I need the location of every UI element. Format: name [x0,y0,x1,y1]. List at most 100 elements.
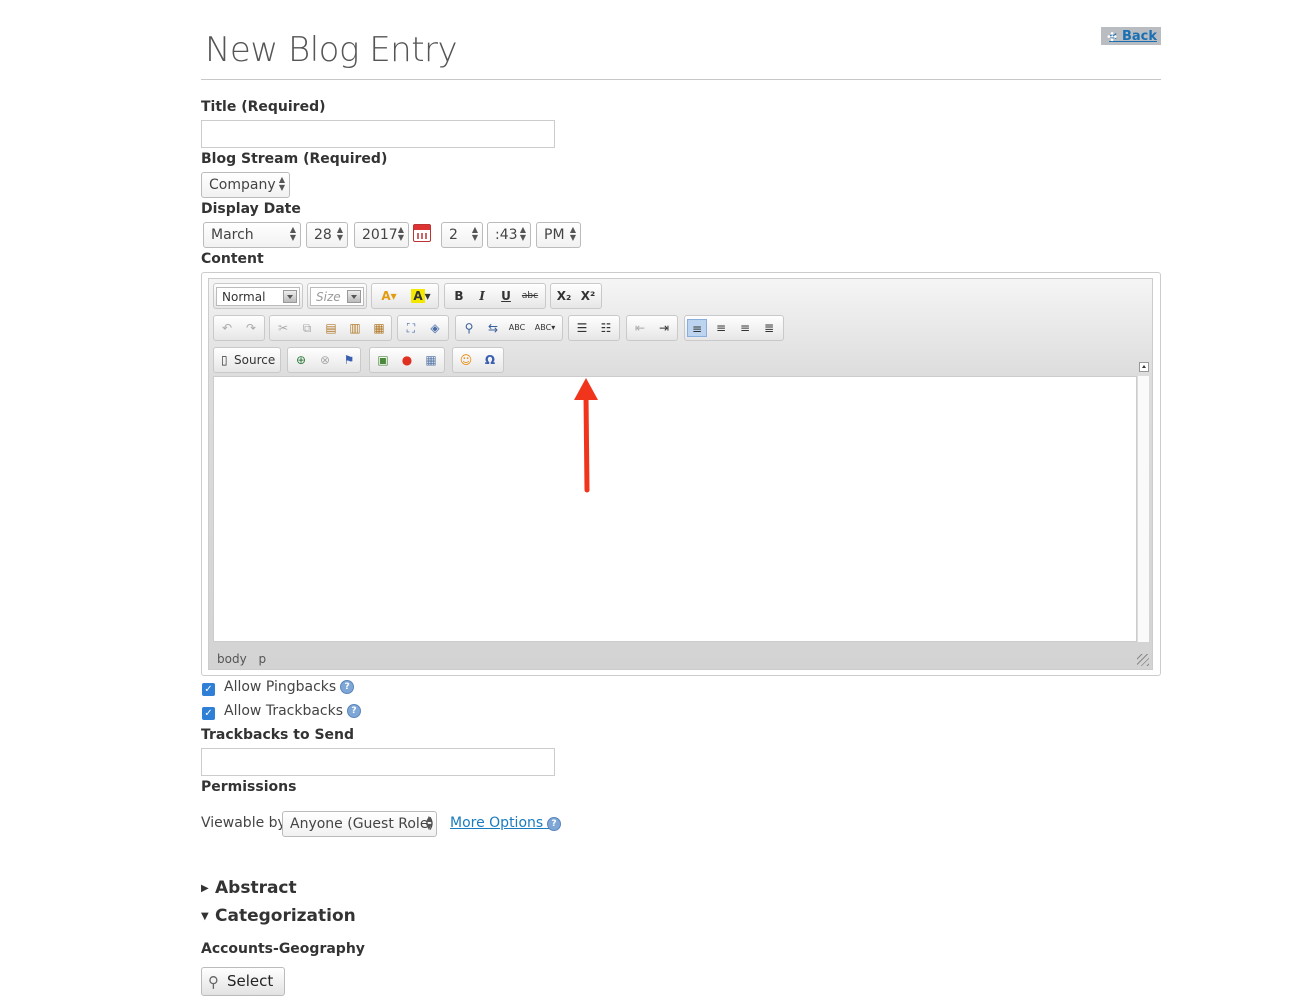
background-color-icon[interactable]: A ▾ [407,287,435,305]
select-arrows-icon: ▲ ▼ [471,225,478,242]
annotation-arrow-icon [574,378,598,493]
dropdown-icon [347,290,361,303]
copy-icon[interactable]: ⧉ [297,319,317,337]
indent-icon[interactable]: ⇥ [654,319,674,337]
special-char-icon[interactable]: Ω [480,351,500,369]
history-group: ↶ ↷ [213,315,265,341]
remove-format-icon[interactable]: ◈ [425,319,445,337]
hour-select[interactable]: 2 ▲ ▼ [441,222,483,248]
bold-icon[interactable]: B [449,287,469,305]
collapse-toolbar-icon[interactable] [1139,362,1149,372]
paste-icon[interactable]: ▤ [321,319,341,337]
select-button[interactable]: ⚲ Select [201,967,285,996]
format-group: Normal [213,283,303,309]
day-value: 28 [314,227,332,243]
numbered-list-icon[interactable]: ☰ [572,319,592,337]
link-group: ⊕ ⊗ ⚑ [287,347,361,373]
allow-pingbacks-label: Allow Pingbacks? [224,679,355,695]
spellcheck-as-you-type-icon[interactable]: ABC▾ [531,319,559,337]
path-body[interactable]: body [217,652,247,666]
image-icon[interactable]: ▣ [373,351,393,369]
text-color-icon[interactable]: A▾ [375,287,403,305]
format-combo[interactable]: Normal [216,287,300,306]
select-arrows-icon: ▲ ▼ [425,814,432,831]
align-left-icon[interactable]: ≡ [687,319,707,337]
justify-icon[interactable]: ≣ [759,319,779,337]
categorization-label: Categorization [215,906,356,926]
year-select[interactable]: 2017 ▲ ▼ [354,222,409,248]
indent-group: ⇤ ⇥ [626,315,678,341]
allow-trackbacks-checkbox[interactable]: ✓ [202,707,215,720]
unlink-icon[interactable]: ⊗ [315,351,335,369]
move-icon: ✣ [1107,30,1118,44]
underline-icon[interactable]: U [496,287,516,305]
title-input[interactable] [201,120,555,148]
editor-scrollbar[interactable] [1137,376,1149,642]
blog-stream-select[interactable]: Company ▲ ▼ [201,172,290,198]
document-icon: ▯ [221,353,228,367]
blog-stream-value: Company [209,177,276,193]
select-all-icon[interactable]: ⛶ [401,319,421,337]
expand-triangle-icon: ▶ [201,882,209,894]
path-p[interactable]: p [259,652,267,666]
select-arrows-icon: ▲ ▼ [397,225,404,242]
text-color-glyph: A [381,289,391,303]
hour-value: 2 [449,227,458,243]
link-icon[interactable]: ⊕ [291,351,311,369]
outdent-icon[interactable]: ⇤ [630,319,650,337]
month-select[interactable]: March ▲ ▼ [203,222,301,248]
more-options-link[interactable]: More Options » [450,815,556,831]
redo-icon[interactable]: ↷ [241,319,261,337]
categorization-toggle[interactable]: ▼ Categorization [201,906,356,926]
table-icon[interactable]: ▦ [421,351,441,369]
undo-icon[interactable]: ↶ [217,319,237,337]
replace-icon[interactable]: ⇆ [483,319,503,337]
accounts-geography-label: Accounts-Geography [201,941,365,957]
minute-select[interactable]: :43 ▲ ▼ [487,222,531,248]
ampm-select[interactable]: PM ▲ ▼ [536,222,581,248]
smiley-icon[interactable]: ☺ [456,351,476,369]
abstract-label: Abstract [215,878,297,898]
superscript-icon[interactable]: X² [578,287,598,305]
anchor-icon[interactable]: ⚑ [339,351,359,369]
source-label: Source [234,353,276,367]
size-combo[interactable]: Size [310,287,364,306]
day-select[interactable]: 28 ▲ ▼ [306,222,348,248]
align-center-icon[interactable]: ≡ [711,319,731,337]
dropdown-icon [283,290,297,303]
find-group: ⚲ ⇆ ABC ABC▾ [455,315,563,341]
source-group: ▯ Source [213,347,281,373]
italic-icon[interactable]: I [472,287,492,305]
year-value: 2017 [362,227,398,243]
allow-pingbacks-checkbox[interactable]: ✓ [202,683,215,696]
strikethrough-icon[interactable]: abc [520,287,540,305]
magnifier-icon: ⚲ [208,973,219,991]
color-group: A▾ A ▾ [371,283,439,309]
paste-word-icon[interactable]: ▦ [369,319,389,337]
cut-icon[interactable]: ✂ [273,319,293,337]
align-right-icon[interactable]: ≡ [735,319,755,337]
help-icon[interactable]: ? [340,680,355,694]
trackbacks-input[interactable] [201,748,555,776]
basic-style-group: B I U abc [444,283,546,309]
select-arrows-icon: ▲ ▼ [569,225,576,242]
editor-content-area[interactable] [213,376,1137,642]
back-button[interactable]: ✣ « Back [1101,27,1161,45]
abstract-toggle[interactable]: ▶ Abstract [201,878,297,898]
month-value: March [211,227,254,243]
subscript-icon[interactable]: X₂ [554,287,574,305]
bulleted-list-icon[interactable]: ☷ [596,319,616,337]
calendar-icon[interactable] [413,224,431,242]
allow-pingbacks-text: Allow Pingbacks [224,679,337,695]
help-icon[interactable]: ? [347,704,362,718]
paste-text-icon[interactable]: ▥ [345,319,365,337]
flash-icon[interactable]: ● [397,351,417,369]
source-button[interactable]: ▯ Source [218,351,275,369]
help-icon[interactable]: ? [547,817,561,831]
collapse-triangle-icon: ▼ [201,910,209,922]
minute-value: :43 [495,227,518,243]
viewable-by-select[interactable]: Anyone (Guest Role) ▲ ▼ [282,811,437,837]
spellcheck-icon[interactable]: ABC [507,319,527,337]
resize-grip-icon[interactable] [1137,654,1149,666]
find-icon[interactable]: ⚲ [459,319,479,337]
